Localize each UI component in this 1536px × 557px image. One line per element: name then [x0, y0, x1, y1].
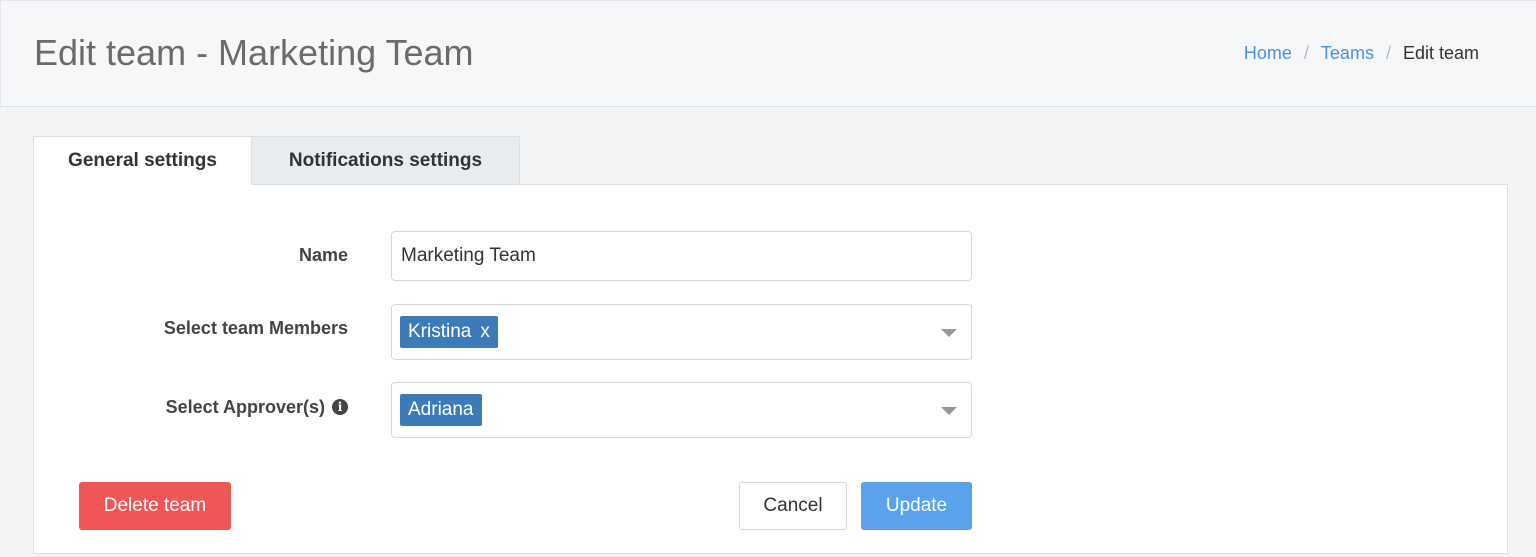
breadcrumb-teams-link[interactable]: Teams [1321, 42, 1374, 64]
breadcrumb-separator: / [1303, 43, 1309, 63]
general-settings-panel: Name Select team Members Kristina x Sele… [33, 184, 1508, 554]
members-label: Select team Members [48, 316, 348, 340]
settings-tabs: General settings Notifications settings [33, 136, 520, 185]
breadcrumb-current: Edit team [1402, 43, 1479, 63]
breadcrumb: Home / Teams / Edit team [1244, 42, 1479, 64]
approvers-label: Select Approver(s) i [48, 395, 348, 419]
page-header: Edit team - Marketing Team Home / Teams … [0, 0, 1536, 107]
members-label-text: Select team Members [163, 317, 348, 338]
chevron-down-icon[interactable] [941, 329, 957, 337]
name-label: Name [48, 243, 348, 267]
member-tag-label: Kristina [408, 321, 472, 342]
tab-general-settings[interactable]: General settings [33, 136, 252, 185]
cancel-button[interactable]: Cancel [739, 482, 847, 530]
approver-tag: Adriana [400, 394, 482, 426]
tab-notifications-settings[interactable]: Notifications settings [252, 136, 520, 185]
info-icon[interactable]: i [332, 399, 348, 415]
chevron-down-icon[interactable] [941, 407, 957, 415]
remove-member-icon[interactable]: x [480, 321, 490, 343]
page-title: Edit team - Marketing Team [34, 32, 474, 73]
member-tag: Kristina x [400, 316, 498, 348]
approver-tag-label: Adriana [408, 399, 474, 420]
approvers-select[interactable]: Adriana [391, 382, 972, 438]
members-select[interactable]: Kristina x [391, 304, 972, 360]
update-button[interactable]: Update [861, 482, 972, 530]
name-label-text: Name [298, 244, 348, 265]
name-input[interactable] [392, 232, 971, 280]
name-field-wrapper [391, 231, 972, 281]
breadcrumb-home-link[interactable]: Home [1244, 42, 1292, 64]
approvers-label-text: Select Approver(s) [165, 396, 325, 417]
delete-team-button[interactable]: Delete team [79, 482, 231, 530]
breadcrumb-separator: / [1385, 43, 1391, 63]
